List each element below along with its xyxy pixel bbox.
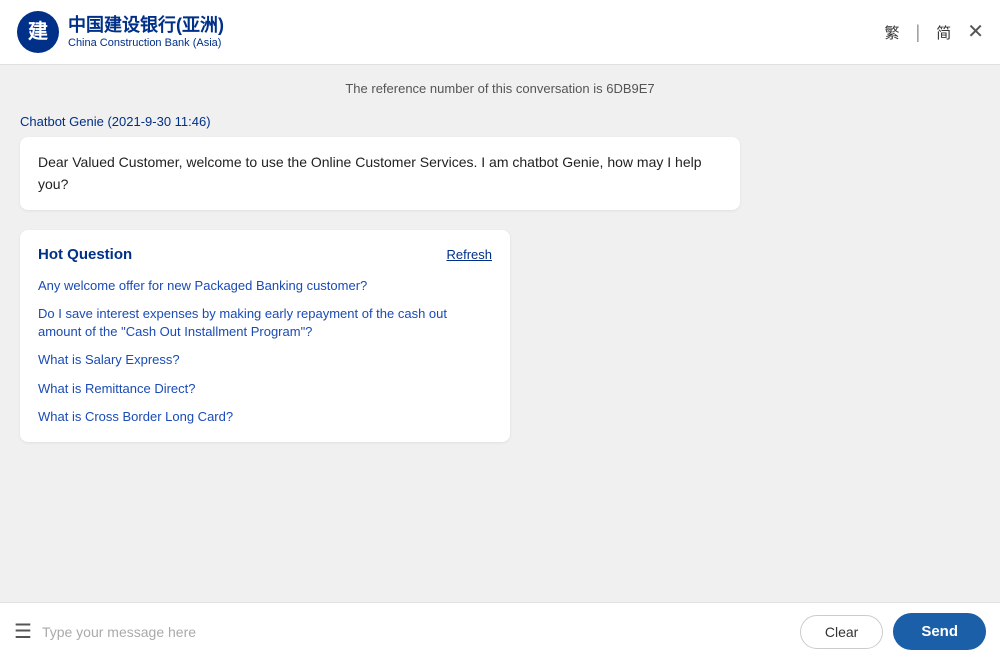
hot-question-link-3[interactable]: What is Salary Express?: [38, 351, 492, 369]
logo-text: 中国建设银行(亚洲) China Construction Bank (Asia…: [68, 15, 224, 49]
header: 建 中国建设银行(亚洲) China Construction Bank (As…: [0, 0, 1000, 65]
logo-area: 建 中国建设银行(亚洲) China Construction Bank (As…: [16, 10, 224, 54]
menu-icon[interactable]: ☰: [14, 619, 32, 644]
ccb-logo-icon: 建: [16, 10, 60, 54]
hot-question-links: Any welcome offer for new Packaged Banki…: [38, 277, 492, 426]
hot-question-link-1[interactable]: Any welcome offer for new Packaged Banki…: [38, 277, 492, 295]
clear-button[interactable]: Clear: [800, 615, 883, 649]
reference-text: The reference number of this conversatio…: [345, 81, 654, 96]
chat-container: The reference number of this conversatio…: [0, 65, 1000, 602]
hot-question-title: Hot Question: [38, 246, 132, 263]
send-button[interactable]: Send: [893, 613, 986, 650]
hot-question-link-2[interactable]: Do I save interest expenses by making ea…: [38, 305, 492, 341]
header-right: 繁 | 简 ✕: [881, 20, 984, 45]
hot-question-header: Hot Question Refresh: [38, 246, 492, 263]
welcome-message-text: Dear Valued Customer, welcome to use the…: [38, 154, 702, 192]
logo-cn-text: 中国建设银行(亚洲): [68, 15, 224, 37]
logo-en-text: China Construction Bank (Asia): [68, 37, 224, 49]
hot-question-link-5[interactable]: What is Cross Border Long Card?: [38, 408, 492, 426]
lang-divider: |: [916, 22, 921, 43]
welcome-message-bubble: Dear Valued Customer, welcome to use the…: [20, 137, 740, 210]
reference-bar: The reference number of this conversatio…: [20, 81, 980, 96]
sender-label: Chatbot Genie (2021-9-30 11:46): [20, 114, 980, 129]
lang-traditional-button[interactable]: 繁: [881, 20, 904, 45]
hot-question-card: Hot Question Refresh Any welcome offer f…: [20, 230, 510, 442]
close-button[interactable]: ✕: [967, 22, 984, 42]
hot-question-link-4[interactable]: What is Remittance Direct?: [38, 380, 492, 398]
lang-simplified-button[interactable]: 简: [932, 20, 955, 45]
refresh-button[interactable]: Refresh: [446, 247, 492, 262]
svg-text:建: 建: [28, 19, 48, 43]
message-input[interactable]: [42, 624, 790, 640]
input-area: ☰ Clear Send: [0, 602, 1000, 660]
